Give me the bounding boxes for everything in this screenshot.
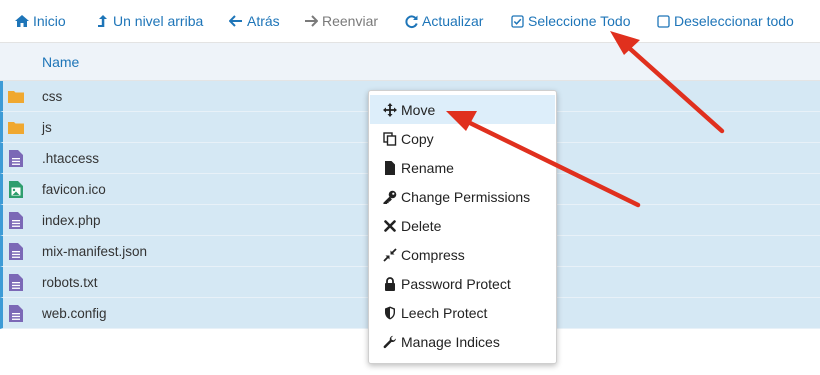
select-all-label: Seleccione Todo (528, 13, 631, 29)
file-name: .htaccess (42, 151, 100, 166)
menu-item-delete[interactable]: Delete (370, 211, 555, 240)
menu-item-label: Leech Protect (401, 304, 488, 321)
forward-label: Reenviar (322, 13, 379, 29)
file-text-icon (8, 243, 24, 260)
back-button[interactable]: Atrás (228, 11, 280, 31)
menu-item-copy[interactable]: Copy (370, 124, 555, 153)
check-square-icon (509, 14, 525, 28)
times-icon (383, 219, 397, 233)
context-menu: Move Copy Rename Change Permissions Dele… (368, 90, 557, 364)
menu-item-change-permissions[interactable]: Change Permissions (370, 182, 555, 211)
move-icon (383, 102, 397, 117)
menu-item-label: Copy (401, 130, 434, 147)
forward-button[interactable]: Reenviar (303, 11, 378, 31)
folder-icon (8, 88, 24, 105)
refresh-icon (403, 14, 419, 29)
arrow-left-icon (228, 15, 244, 27)
column-header-name[interactable]: Name (42, 54, 79, 70)
file-name: mix-manifest.json (42, 244, 148, 259)
refresh-button[interactable]: Actualizar (403, 11, 483, 31)
file-name: favicon.ico (42, 182, 106, 197)
menu-item-manage-indices[interactable]: Manage Indices (370, 327, 555, 356)
menu-item-label: Compress (401, 246, 465, 263)
up-one-level-label: Un nivel arriba (113, 13, 204, 29)
menu-item-label: Change Permissions (401, 188, 531, 205)
menu-item-label: Delete (401, 217, 442, 234)
file-text-icon (8, 305, 24, 322)
select-all-button[interactable]: Seleccione Todo (509, 11, 630, 31)
level-up-icon (94, 14, 110, 29)
arrow-right-icon (303, 15, 319, 27)
table-header: Name (0, 43, 820, 81)
home-button[interactable]: Inicio (14, 11, 66, 31)
key-icon (383, 190, 397, 204)
up-one-level-button[interactable]: Un nivel arriba (94, 11, 203, 31)
shield-icon (383, 306, 397, 320)
file-name: js (42, 120, 52, 135)
file-icon (383, 160, 397, 175)
lock-icon (383, 276, 397, 291)
menu-item-rename[interactable]: Rename (370, 153, 555, 182)
deselect-all-button[interactable]: Deseleccionar todo (655, 11, 794, 31)
folder-icon (8, 119, 24, 136)
file-name: robots.txt (42, 275, 98, 290)
refresh-label: Actualizar (422, 13, 484, 29)
file-name: index.php (42, 213, 101, 228)
menu-item-move[interactable]: Move (370, 95, 555, 124)
wrench-icon (383, 335, 397, 349)
file-text-icon (8, 274, 24, 291)
file-name: css (42, 89, 63, 104)
file-text-icon (8, 150, 24, 167)
menu-item-label: Manage Indices (401, 333, 500, 350)
menu-item-leech-protect[interactable]: Leech Protect (370, 298, 555, 327)
home-icon (14, 14, 30, 28)
copy-icon (383, 131, 397, 146)
back-label: Atrás (247, 13, 280, 29)
square-icon (655, 14, 671, 28)
menu-item-label: Move (401, 101, 436, 118)
deselect-all-label: Deseleccionar todo (674, 13, 794, 29)
image-file-icon (8, 181, 24, 198)
file-text-icon (8, 212, 24, 229)
compress-icon (383, 247, 397, 262)
file-name: web.config (42, 306, 107, 321)
menu-item-compress[interactable]: Compress (370, 240, 555, 269)
menu-item-label: Password Protect (401, 275, 511, 292)
menu-item-label: Rename (401, 159, 454, 176)
home-label: Inicio (33, 13, 66, 29)
menu-item-password-protect[interactable]: Password Protect (370, 269, 555, 298)
toolbar: Inicio Un nivel arriba Atrás Reenviar Ac… (0, 0, 820, 43)
